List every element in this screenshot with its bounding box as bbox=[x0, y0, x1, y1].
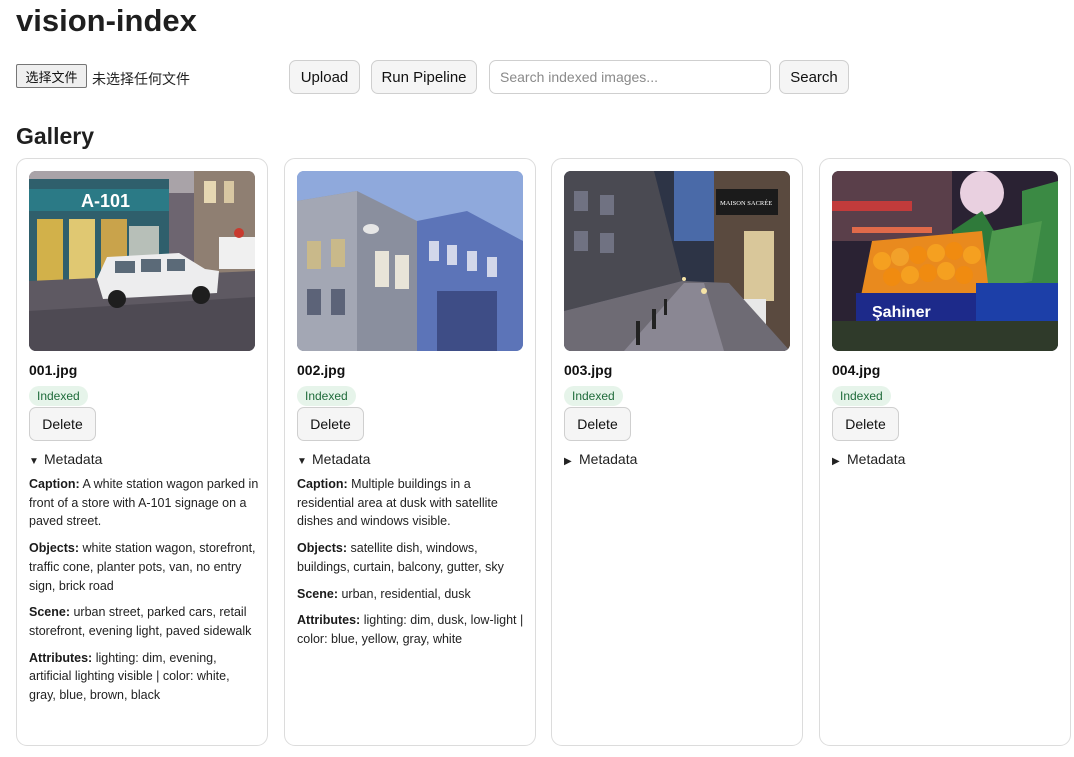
metadata-toggle[interactable]: ▼ Metadata bbox=[29, 451, 102, 467]
delete-button[interactable]: Delete bbox=[29, 407, 96, 441]
metadata-toggle[interactable]: ▶ Metadata bbox=[564, 451, 637, 467]
delete-button[interactable]: Delete bbox=[297, 407, 364, 441]
delete-button[interactable]: Delete bbox=[832, 407, 899, 441]
scene-label: Scene: bbox=[29, 605, 70, 620]
app-title: vision-index bbox=[16, 3, 197, 38]
metadata-label: Metadata bbox=[44, 451, 103, 467]
triangle-down-icon: ▼ bbox=[29, 456, 39, 467]
objects-label: Objects: bbox=[29, 541, 80, 556]
run-pipeline-button[interactable]: Run Pipeline bbox=[371, 60, 477, 94]
attributes-label: Attributes: bbox=[29, 650, 93, 665]
choose-file-button[interactable]: 选择文件 bbox=[16, 64, 87, 88]
crate-label-text: Şahiner bbox=[872, 304, 931, 321]
status-badge: Indexed bbox=[29, 386, 88, 406]
caption-row: Caption: Multiple buildings in a residen… bbox=[297, 475, 527, 531]
triangle-right-icon: ▶ bbox=[832, 456, 840, 467]
triangle-down-icon: ▼ bbox=[297, 456, 307, 467]
gallery-card: Şahiner 004.jpg Indexed Delete ▶ Metadata bbox=[819, 158, 1071, 746]
attributes-row: Attributes: lighting: dim, dusk, low-lig… bbox=[297, 611, 527, 648]
file-status-text: 未选择任何文件 bbox=[92, 72, 190, 88]
image-filename: 003.jpg bbox=[564, 362, 613, 378]
metadata-label: Metadata bbox=[579, 451, 638, 467]
gallery-card: 002.jpg Indexed Delete ▼ Metadata Caption… bbox=[284, 158, 536, 746]
image-thumbnail[interactable]: A-101 bbox=[29, 171, 255, 351]
image-filename: 001.jpg bbox=[29, 362, 78, 378]
search-input[interactable] bbox=[489, 60, 771, 94]
caption-row: Caption: A white station wagon parked in… bbox=[29, 475, 259, 531]
metadata-label: Metadata bbox=[847, 451, 906, 467]
gallery-title: Gallery bbox=[16, 123, 94, 149]
storefront-sign-text: A-101 bbox=[81, 191, 130, 211]
status-badge: Indexed bbox=[832, 386, 891, 406]
image-filename: 004.jpg bbox=[832, 362, 881, 378]
image-thumbnail[interactable]: Şahiner bbox=[832, 171, 1058, 351]
search-button[interactable]: Search bbox=[779, 60, 849, 94]
objects-row: Objects: satellite dish, windows, buildi… bbox=[297, 539, 527, 576]
metadata-toggle[interactable]: ▼ Metadata bbox=[297, 451, 370, 467]
toolbar: 选择文件 未选择任何文件 Upload Run Pipeline Search bbox=[16, 60, 1066, 94]
caption-label: Caption: bbox=[297, 477, 348, 491]
triangle-right-icon: ▶ bbox=[564, 456, 572, 467]
image-filename: 002.jpg bbox=[297, 362, 346, 378]
image-thumbnail[interactable]: MAISON SACRÉE bbox=[564, 171, 790, 351]
caption-label: Caption: bbox=[29, 477, 80, 491]
scene-row: Scene: urban, residential, dusk bbox=[297, 585, 527, 604]
scene-text: urban, residential, dusk bbox=[341, 586, 471, 601]
delete-button[interactable]: Delete bbox=[564, 407, 631, 441]
shop-sign-text: MAISON SACRÉE bbox=[720, 199, 772, 207]
gallery-card: A-101 001.jpg Indexed Delete ▼ Metadata C… bbox=[16, 158, 268, 746]
scene-row: Scene: urban street, parked cars, retail… bbox=[29, 603, 259, 640]
objects-label: Objects: bbox=[297, 541, 348, 556]
objects-row: Objects: white station wagon, storefront… bbox=[29, 539, 259, 595]
scene-label: Scene: bbox=[297, 586, 338, 601]
metadata-label: Metadata bbox=[312, 451, 371, 467]
attributes-row: Attributes: lighting: dim, evening, arti… bbox=[29, 649, 259, 705]
image-thumbnail[interactable] bbox=[297, 171, 523, 351]
metadata-toggle[interactable]: ▶ Metadata bbox=[832, 451, 905, 467]
metadata-panel: Caption: A white station wagon parked in… bbox=[29, 475, 259, 713]
status-badge: Indexed bbox=[564, 386, 623, 406]
attributes-label: Attributes: bbox=[297, 613, 361, 628]
gallery-card: MAISON SACRÉE 003.jpg Indexed Delete ▶ Me… bbox=[551, 158, 803, 746]
metadata-panel: Caption: Multiple buildings in a residen… bbox=[297, 475, 527, 657]
upload-button[interactable]: Upload bbox=[289, 60, 360, 94]
status-badge: Indexed bbox=[297, 386, 356, 406]
